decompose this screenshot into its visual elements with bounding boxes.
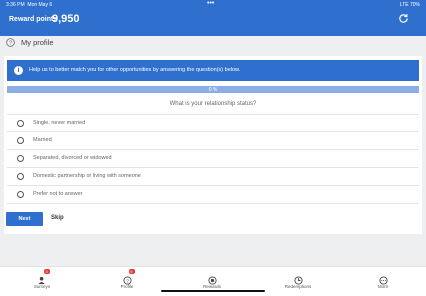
profile-badge: 6 [128, 269, 135, 274]
svg-text:?: ? [126, 278, 129, 283]
option-label: Single, never married [33, 120, 86, 126]
tab-profile[interactable]: ? 6 Profile [107, 269, 147, 289]
tab-redemptions[interactable]: Redemptions [278, 272, 318, 289]
option-label: Domestic partnership or living with some… [33, 173, 141, 179]
info-icon: i [14, 66, 23, 75]
option-separated[interactable]: Separated, divorced or widowed [7, 150, 419, 168]
question-card: i Help us to better match you for other … [4, 56, 422, 234]
option-married[interactable]: Married [7, 132, 419, 150]
status-bar: 3:36 PM Mon May 6 ••• LTE 70% [0, 0, 426, 9]
radio-button[interactable] [17, 173, 24, 180]
radio-button[interactable] [17, 191, 24, 198]
progress-label: 0 % [208, 87, 218, 93]
tab-more[interactable]: More [363, 272, 403, 289]
profile-icon: ? 6 [122, 269, 135, 285]
redemptions-icon [293, 272, 303, 285]
option-label: Separated, divorced or widowed [33, 155, 112, 161]
banner-text: Help us to better match you for other op… [29, 67, 241, 73]
page-title: My profile [21, 38, 54, 47]
status-indicators: LTE 70% [399, 2, 420, 8]
tab-rewards[interactable]: Rewards [192, 272, 232, 289]
reward-points-label: Reward points [9, 16, 58, 23]
rewards-icon [207, 272, 217, 285]
help-icon[interactable]: ? [6, 38, 15, 47]
refresh-icon[interactable] [398, 13, 409, 24]
tab-surveys[interactable]: 3 Surveys [22, 269, 62, 289]
info-banner: i Help us to better match you for other … [7, 60, 419, 81]
svg-text:?: ? [9, 41, 12, 47]
option-label: Married [33, 137, 52, 143]
answer-options: Single, never married Married Separated,… [7, 114, 419, 204]
surveys-icon: 3 [37, 269, 50, 285]
option-domestic-partnership[interactable]: Domestic partnership or living with some… [7, 168, 419, 186]
multitasking-dots[interactable]: ••• [207, 0, 214, 7]
option-label: Prefer not to answer [33, 191, 83, 197]
more-icon [378, 272, 388, 285]
status-time: 3:36 PM Mon May 6 [6, 2, 53, 8]
radio-button[interactable] [17, 137, 24, 144]
progress-bar: 0 % [7, 86, 419, 93]
radio-button[interactable] [17, 120, 24, 127]
question-text: What is your relationship status? [169, 101, 257, 107]
option-prefer-not[interactable]: Prefer not to answer [7, 186, 419, 204]
option-single[interactable]: Single, never married [7, 114, 419, 132]
next-button[interactable]: Next [6, 212, 43, 226]
home-indicator [161, 290, 265, 292]
skip-button[interactable]: Skip [51, 215, 64, 221]
radio-button[interactable] [17, 155, 24, 162]
profile-header: ? My profile [6, 36, 426, 50]
top-app-bar: 3:36 PM Mon May 6 ••• LTE 70% Reward poi… [0, 0, 426, 36]
surveys-badge: 3 [43, 269, 50, 274]
reward-points-value: 9,950 [52, 13, 80, 25]
